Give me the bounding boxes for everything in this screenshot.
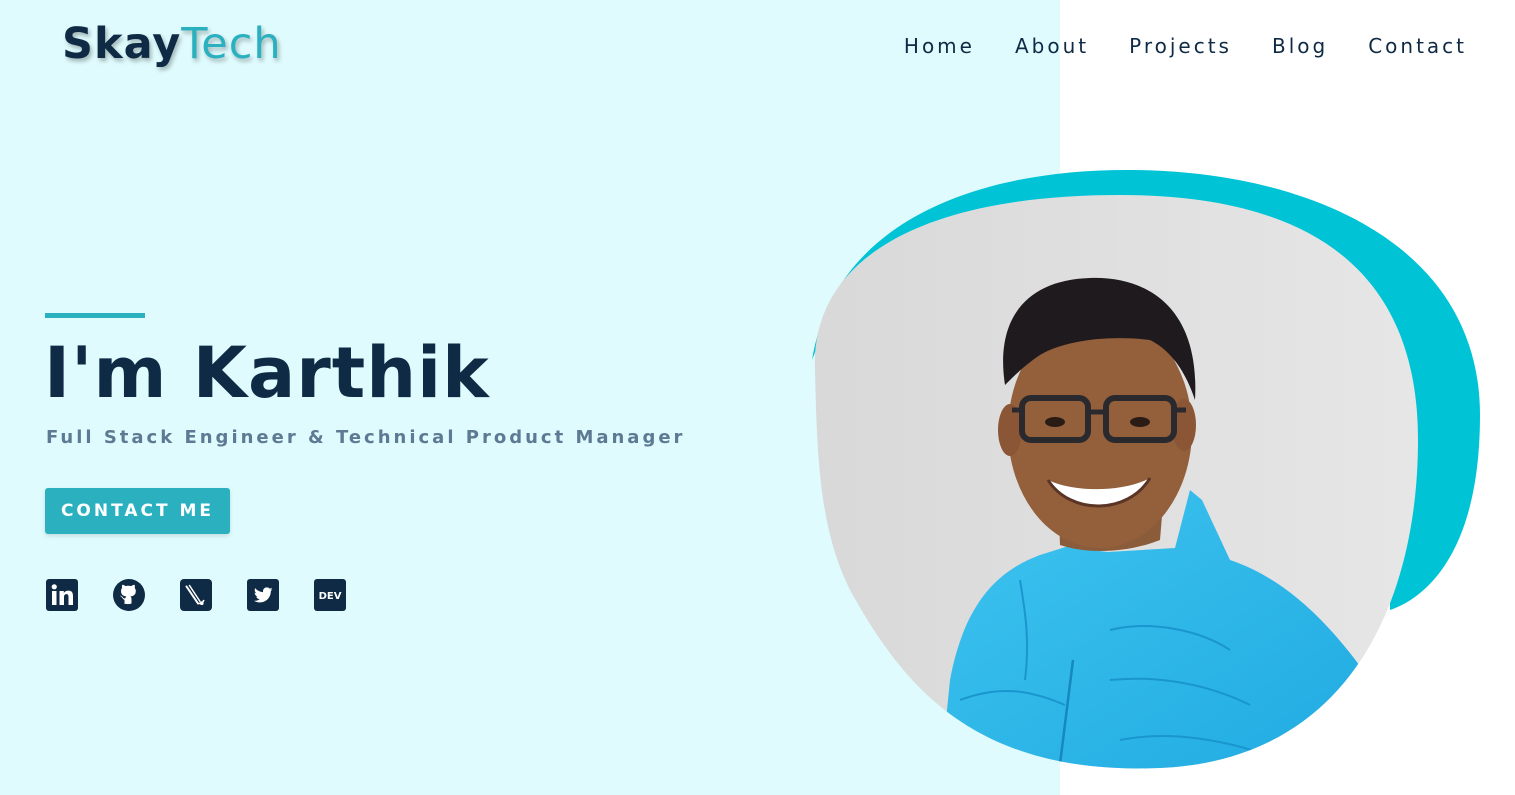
- nav-link-contact[interactable]: Contact: [1368, 34, 1467, 58]
- twitter-icon[interactable]: [246, 578, 280, 612]
- linkedin-icon[interactable]: [45, 578, 79, 612]
- nav-link-blog[interactable]: Blog: [1272, 34, 1328, 58]
- logo-part-tech: Tech: [181, 19, 282, 69]
- main-navigation: Home About Projects Blog Contact: [904, 34, 1467, 58]
- hero-subtitle: Full Stack Engineer & Technical Product …: [46, 427, 686, 448]
- contact-me-button[interactable]: CONTACT ME: [45, 488, 230, 534]
- github-icon[interactable]: [112, 578, 146, 612]
- profile-photo: [812, 169, 1480, 769]
- nav-link-about[interactable]: About: [1015, 34, 1089, 58]
- nav-link-projects[interactable]: Projects: [1129, 34, 1232, 58]
- dev-icon[interactable]: DEV: [313, 578, 347, 612]
- logo-part-skay: Skay: [62, 19, 182, 69]
- site-logo[interactable]: SkayTech: [62, 14, 282, 74]
- nav-link-home[interactable]: Home: [904, 34, 975, 58]
- title-accent-line: [45, 313, 145, 318]
- social-links: DEV: [45, 578, 347, 612]
- dev-icon-label: DEV: [319, 591, 342, 602]
- hashnode-icon[interactable]: [179, 578, 213, 612]
- hero-title: I'm Karthik: [44, 332, 490, 414]
